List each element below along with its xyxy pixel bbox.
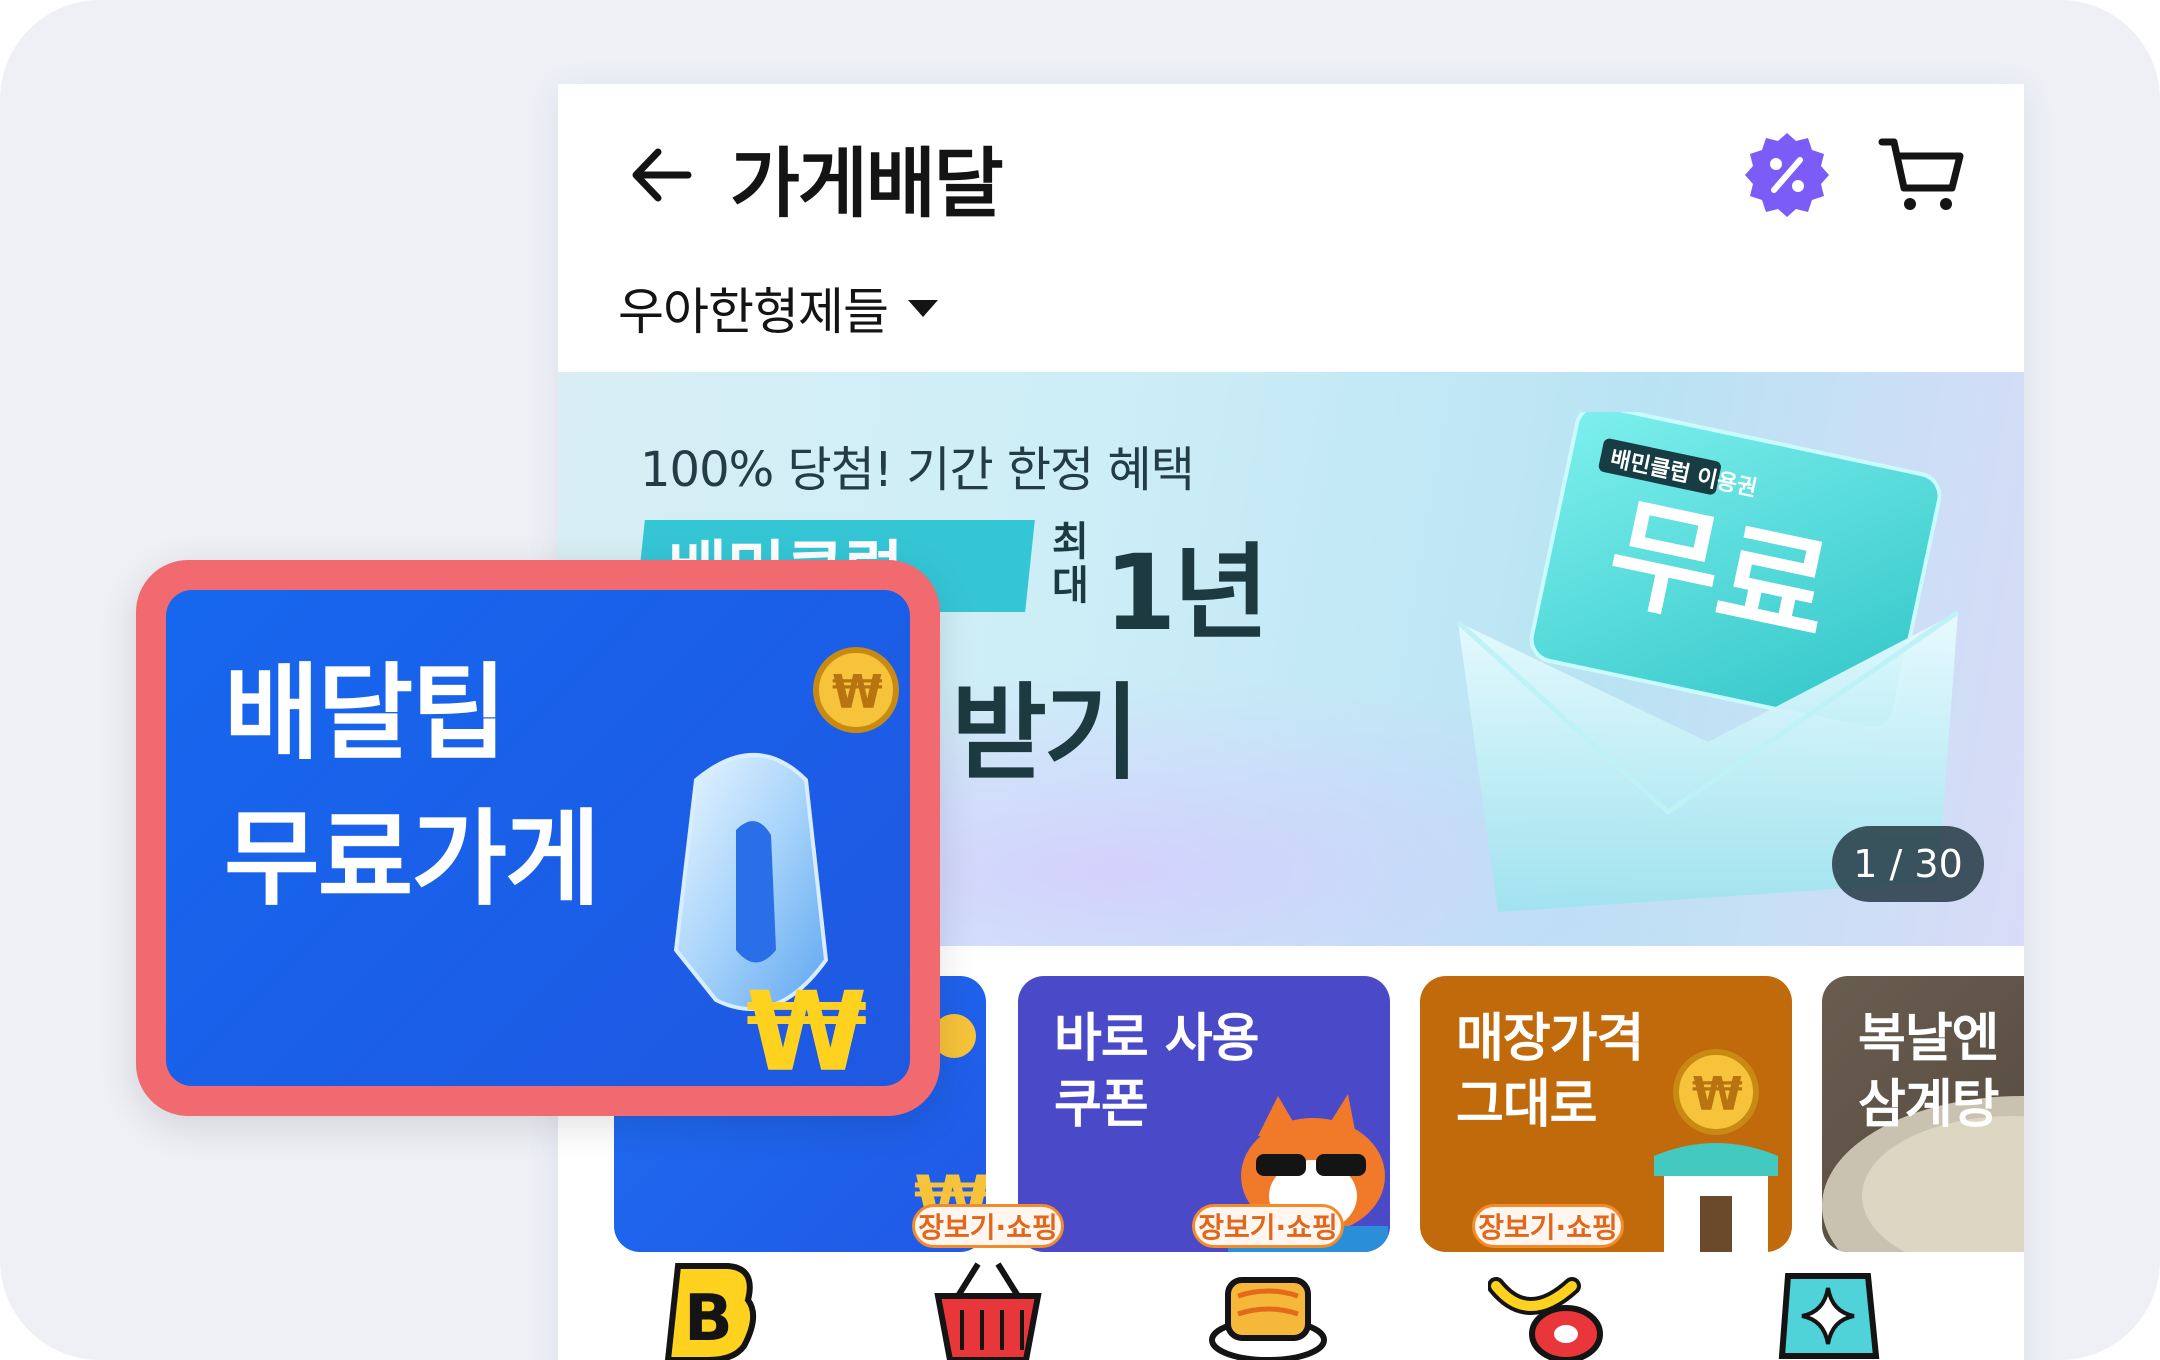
shopping-basket-icon [934,1262,1042,1360]
icon-cell-food[interactable]: 장보기·쇼핑 [1178,1204,1378,1360]
food-plate-icon [1209,1277,1327,1360]
icon-cell-sparkle[interactable] [1738,1204,1938,1360]
b-mart-icon: B [664,1263,757,1360]
discount-button[interactable] [1744,132,1830,218]
zoom-callout: 배달팁 무료가게 ₩ ₩ [136,560,940,1116]
caret-down-icon [908,300,938,317]
icon-cell-grocery[interactable]: 장보기·쇼핑 [898,1204,1098,1360]
sparkle-icon [1778,1273,1880,1359]
callout-tile-free-delivery[interactable]: 배달팁 무료가게 ₩ ₩ [166,590,910,1086]
back-button[interactable] [618,130,708,220]
page-title: 가게배달 [730,139,1004,228]
cart-icon [1878,138,1964,210]
cart-button[interactable] [1876,128,1968,220]
svg-text:₩: ₩ [1692,1067,1743,1121]
banner-page-indicator: 1 / 30 [1832,826,1984,902]
address-selector[interactable]: 우아한형제들 [618,272,940,344]
address-label: 우아한형제들 [618,283,889,341]
shopping-badge: 장보기·쇼핑 [912,1204,1064,1248]
tile-store-price-label: 매장가격 그대로 [1456,1009,1644,1135]
banner-year: 1년 [1104,532,1269,654]
svg-text:₩: ₩ [746,968,867,1086]
category-icon-row: B 장보기·쇼핑 장보기·쇼핑 장보기·쇼핑 [558,1204,2024,1360]
svg-text:₩: ₩ [832,665,883,719]
icon-cell-b-mart[interactable]: B [618,1204,818,1360]
ice-zero-art: ₩ ₩ [673,647,899,1086]
tile-samgyetang-label: 복날엔 삼계탕 [1858,1009,2000,1135]
svg-text:B: B [684,1282,733,1356]
header: 가게배달 우아한형제들 [558,84,2024,374]
banner-max-label: 최대 [1052,519,1089,609]
back-arrow-icon [632,148,692,202]
meat-banana-icon [1488,1277,1603,1360]
callout-label: 배달팁 무료가게 [224,652,601,920]
shopping-badge: 장보기·쇼핑 [1192,1204,1344,1248]
canvas-background: 가게배달 우아한형제들 100% 당첨! 기간 한정 혜택 최대 1년 받기 배… [0,0,2160,1360]
shopping-badge: 장보기·쇼핑 [1472,1204,1624,1248]
discount-badge-icon [1745,133,1829,217]
banner-subtitle: 100% 당첨! 기간 한정 혜택 [640,442,1195,498]
icon-cell-meat-fruit[interactable]: 장보기·쇼핑 [1458,1204,1658,1360]
